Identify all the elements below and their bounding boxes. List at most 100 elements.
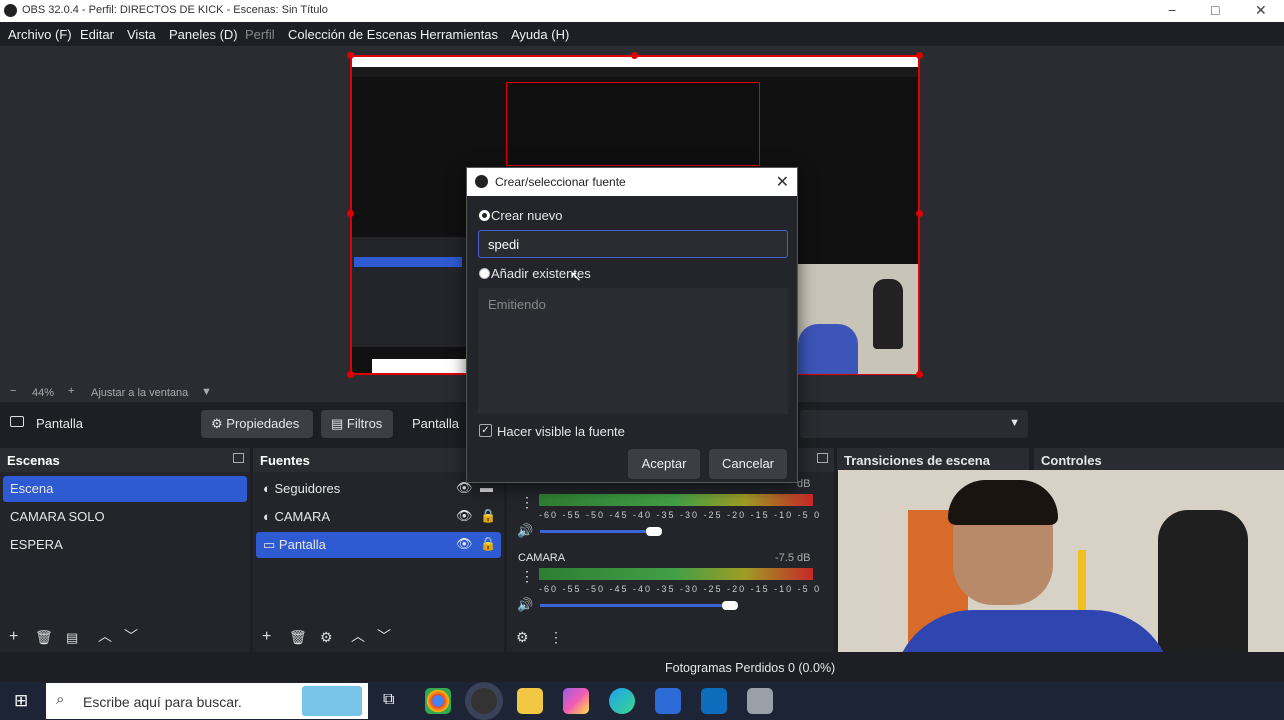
dropped-frames: Fotogramas Perdidos 0 (0.0%) [665,661,836,675]
visible-checkbox[interactable]: ✓ [479,424,492,437]
chrome-icon[interactable] [425,688,451,714]
menu-herramientas[interactable]: Herramientas [420,27,498,42]
eye-icon[interactable]: 👁 [456,536,473,552]
existing-sources-list[interactable]: Emitiendo [478,288,788,414]
volume-knob[interactable] [646,527,662,536]
source-item[interactable]: ◐ CAMARA 👁 🔒 [256,504,501,530]
source-name: Seguidores [274,481,341,496]
scene-item[interactable]: CAMARA SOLO [3,504,247,530]
volume-meter [539,494,813,506]
speaker-icon[interactable]: 🔊 [517,597,533,613]
move-down-icon[interactable]: ﹀ [377,626,391,646]
zoom-out-button[interactable]: − [10,385,16,397]
minimize-button[interactable]: − [1168,2,1176,18]
properties-button[interactable]: ⚙ Propiedades [201,410,313,438]
source-name: CAMARA [274,509,331,524]
trash-icon[interactable]: 🗑 [289,629,307,646]
menu-perfil[interactable]: Perfil [245,27,275,42]
zoom-in-button[interactable]: + [68,385,74,397]
properties-label: Propiedades [226,416,300,431]
visible-label: Hacer visible la fuente [497,424,625,439]
resize-handle[interactable] [631,52,638,59]
existing-source-item[interactable]: Emitiendo [488,297,546,312]
windows-start-icon[interactable]: ⊞ [14,691,28,711]
track-db: dB [797,478,811,490]
menu-ayuda[interactable]: Ayuda (H) [511,27,569,42]
source-name-input[interactable] [478,230,788,258]
kebab-menu-icon[interactable]: ⋮ [549,629,563,646]
lock-icon[interactable]: 🔒 [480,508,496,524]
kebab-menu-icon[interactable]: ⋮ [520,494,534,511]
create-source-dialog: Crear/seleccionar fuente ✕ Crear nuevo A… [466,167,798,483]
lock-icon[interactable]: 🔒 [480,536,496,552]
add-source-icon[interactable]: + [262,628,271,646]
undock-icon[interactable] [233,453,244,463]
track-db: -7.5 dB [775,552,811,564]
task-view-icon[interactable]: ⧉ [383,691,394,709]
resize-handle[interactable] [347,371,354,378]
db-scale: -60 -55 -50 -45 -40 -35 -30 -25 -20 -15 … [539,510,822,520]
trash-icon[interactable]: 🗑 [35,629,53,646]
resize-handle[interactable] [916,52,923,59]
chevron-down-icon: ▼ [1009,417,1020,429]
obs-taskbar-icon[interactable] [471,688,497,714]
nested-taskbar-search [372,359,467,373]
volume-slider[interactable] [540,604,736,607]
mail-icon[interactable] [701,688,727,714]
speaker-icon[interactable]: 🔊 [517,523,533,539]
controls-title: Controles [1041,453,1102,468]
menu-paneles[interactable]: Paneles (D) [169,27,238,42]
source-item[interactable]: ▭ Pantalla 👁 🔒 [256,532,501,558]
track-name: CAMARA [518,552,566,564]
menu-editar[interactable]: Editar [80,27,114,42]
undock-icon[interactable] [817,453,828,463]
resize-handle[interactable] [916,210,923,217]
windows-taskbar: ⊞ ⌕ Escribe aquí para buscar. ⧉ [0,682,1284,720]
add-existing-radio[interactable] [479,268,490,279]
menu-coleccion[interactable]: Colección de Escenas [288,27,417,42]
nested-scenes-dock [352,237,467,347]
scene-item[interactable]: ESPERA [3,532,247,558]
scene-item[interactable]: Escena [3,476,247,502]
create-new-label: Crear nuevo [491,208,563,223]
menu-vista[interactable]: Vista [127,27,156,42]
move-up-icon[interactable]: ︿ [351,626,365,646]
filters-button[interactable]: ▤ Filtros [321,410,393,438]
volume-slider[interactable] [540,530,660,533]
nested-webcam [798,264,918,374]
scene-filters-icon[interactable]: ▤ [66,630,78,646]
add-scene-icon[interactable]: + [9,628,18,646]
maximize-button[interactable]: □ [1211,2,1219,18]
resize-handle[interactable] [347,52,354,59]
taskbar-search[interactable]: ⌕ Escribe aquí para buscar. [46,683,368,719]
db-scale: -60 -55 -50 -45 -40 -35 -30 -25 -20 -15 … [539,584,822,594]
create-new-radio[interactable] [479,210,490,221]
resize-handle[interactable] [347,210,354,217]
edge-icon[interactable] [609,688,635,714]
menu-bar: Archivo (F) Editar Vista Paneles (D) Per… [0,22,1284,46]
resize-handle[interactable] [916,371,923,378]
menu-archivo[interactable]: Archivo (F) [8,27,72,42]
source-item[interactable]: ◐ Seguidores 👁 ▬ [256,476,501,502]
close-window-button[interactable]: ✕ [1255,2,1267,19]
eye-icon[interactable]: 👁 [456,508,473,524]
advanced-audio-icon[interactable]: ⚙ [516,629,529,646]
store-icon[interactable] [655,688,681,714]
cancel-button[interactable]: Cancelar [709,449,787,479]
copilot-icon[interactable] [563,688,589,714]
sources-title: Fuentes [260,453,310,468]
display-select[interactable]: ▼ [800,410,1028,438]
kebab-menu-icon[interactable]: ⋮ [520,568,534,585]
app-icon[interactable] [747,688,773,714]
file-explorer-icon[interactable] [517,688,543,714]
volume-knob[interactable] [722,601,738,610]
gear-icon[interactable]: ⚙ [320,629,333,646]
move-up-icon[interactable]: ︿ [98,626,112,646]
move-down-icon[interactable]: ﹀ [124,626,138,646]
accept-button[interactable]: Aceptar [628,449,700,479]
zoom-dropdown-icon[interactable]: ▼ [201,386,212,398]
close-icon[interactable]: ✕ [776,172,789,192]
window-titlebar: OBS 32.0.4 - Perfil: DIRECTOS DE KICK - … [0,0,1284,22]
dialog-titlebar: Crear/seleccionar fuente ✕ [467,168,797,196]
transitions-title: Transiciones de escena [844,453,990,468]
